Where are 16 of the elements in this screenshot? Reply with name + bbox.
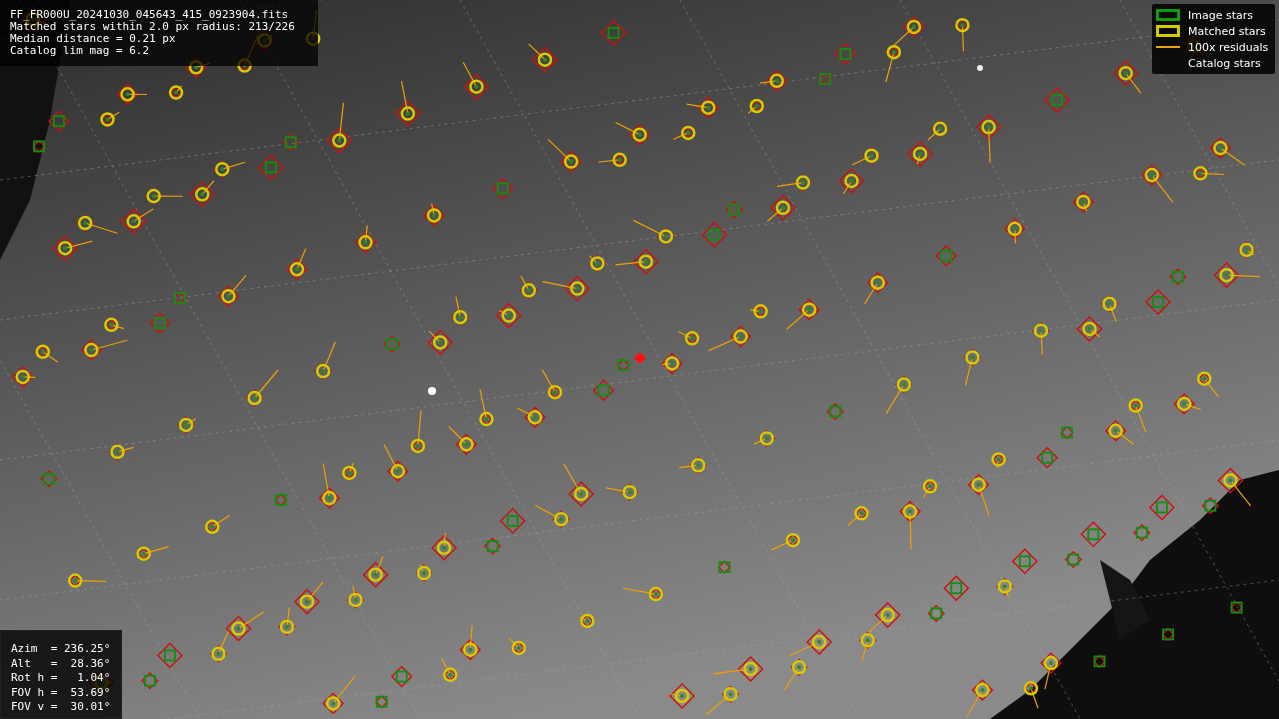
matched-box-icon [1156,25,1180,37]
legend-label: Catalog stars [1188,56,1261,70]
legend-label: Image stars [1188,8,1253,22]
pointing-text: FOV h = 53.69° [11,685,112,700]
info-text: FF_FR000U_20241030_045643_415_0923904.fits [10,9,290,21]
pointing-text: Rot h = 1.04° [11,671,112,686]
pointing-text: Alt = 28.36° [11,656,112,671]
pointing-text: Azim = 236.25° [11,642,112,657]
image-star-box-icon [1156,9,1180,21]
info-text: Catalog lim mag = 6.2 [10,45,151,57]
residual-line-icon [1156,45,1180,49]
legend-label: Matched stars [1188,24,1266,38]
info-text: Median distance = 0.21 px [10,33,177,45]
pointing-text: FOV v = 30.01° [11,700,112,715]
legend-label: 100x residuals [1188,40,1269,54]
info-text: Matched stars within 2.0 px radius: 213/226 [10,21,296,33]
